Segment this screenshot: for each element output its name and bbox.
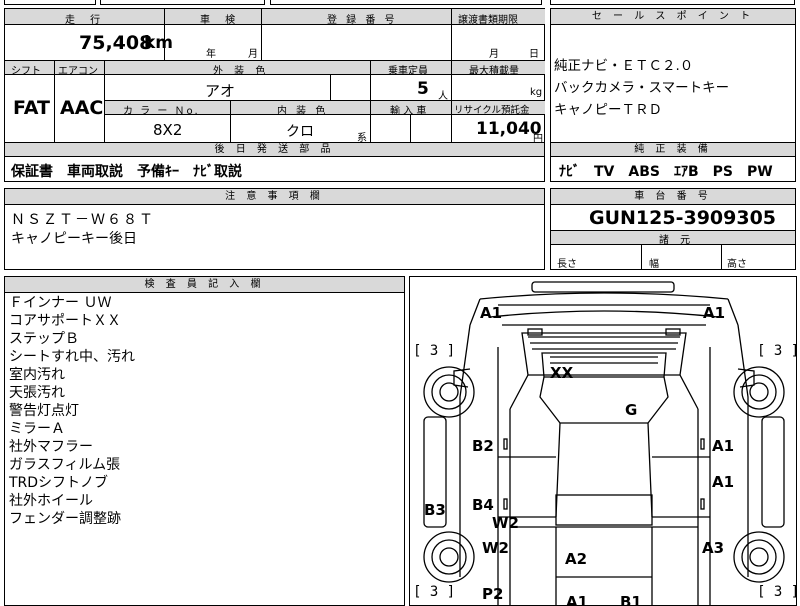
width-label: 幅 bbox=[649, 259, 659, 270]
damage-mark: B3 bbox=[424, 501, 446, 519]
inspector-line: ミラーＡ bbox=[9, 421, 65, 437]
inspector-line: 社外ホイール bbox=[9, 493, 93, 509]
capacity-value: 5 bbox=[417, 79, 429, 99]
sales-line-3: キャノピーＴＲＤ bbox=[554, 102, 662, 118]
notes-label: 注 意 事 項 欄 bbox=[5, 189, 544, 205]
damage-mark: G bbox=[625, 401, 638, 419]
damage-mark: A1 bbox=[480, 304, 503, 322]
shift-value: FAT bbox=[13, 97, 50, 119]
inspector-line: フェンダー調整跡 bbox=[9, 511, 121, 527]
inspector-line: コアサポートＸＸ bbox=[9, 313, 121, 329]
inspection-label: 車 検 bbox=[200, 15, 242, 26]
interior-value: クロ bbox=[286, 124, 314, 140]
exterior-color-value: アオ bbox=[205, 82, 236, 100]
damage-mark: A3 bbox=[702, 539, 725, 557]
top-strip bbox=[0, 0, 800, 6]
inspector-line: ガラスフィルム張 bbox=[9, 457, 121, 473]
capacity-unit: 人 bbox=[438, 91, 448, 102]
parts-value: 保証書 車両取説 予備ｷｰ ﾅﾋﾞ取説 bbox=[11, 164, 242, 180]
damage-mark: B4 bbox=[472, 496, 494, 514]
tire-tread-front-right: [ 3 ] bbox=[757, 343, 797, 359]
car-outline bbox=[423, 281, 785, 605]
tire-tread-front-left: [ 3 ] bbox=[413, 343, 456, 359]
inspector-line: 室内汚れ bbox=[9, 367, 65, 383]
load-unit: kg bbox=[530, 87, 543, 98]
inspector-line: 天張汚れ bbox=[9, 385, 65, 401]
inspector-list: Ｆインナー ＵＷ コアサポートＸＸ ステップＢ シートすれ中、汚れ 室内汚れ 天… bbox=[9, 294, 135, 528]
color-no-value: 8X2 bbox=[153, 121, 183, 139]
chassis-section: 車 台 番 号 GUN125-3909305 諸 元 長さ 幅 高さ bbox=[550, 188, 796, 270]
damage-mark: A1 bbox=[703, 304, 726, 322]
sales-label: セ ー ル ス ポ イ ン ト bbox=[551, 9, 795, 25]
inspection-year-unit: 年 bbox=[206, 49, 216, 60]
chassis-label: 車 台 番 号 bbox=[551, 189, 795, 205]
recycle-value: 11,040 bbox=[476, 119, 542, 139]
damage-mark: W2 bbox=[492, 514, 519, 532]
inspector-line: 警告灯点灯 bbox=[9, 403, 79, 419]
mileage-value: 75,408 bbox=[79, 32, 153, 54]
inspector-line: TRDシフトノブ bbox=[9, 475, 109, 491]
parts-section: 後 日 発 送 部 品 保証書 車両取説 予備ｷｰ ﾅﾋﾞ取説 bbox=[4, 142, 545, 182]
transfer-label: 譲渡書類期限 bbox=[458, 15, 518, 26]
inspector-line: Ｆインナー ＵＷ bbox=[9, 295, 112, 311]
car-diagram: [ 3 ] [ 3 ] [ 3 ] [ 3 ] A1 A1 XX G B2 A1… bbox=[409, 276, 797, 606]
equipment-section: 純 正 装 備 ﾅﾋﾞ TV ABS ｴｱB PS PW bbox=[550, 142, 796, 182]
recycle-label: リサイクル預託金 bbox=[454, 105, 530, 116]
height-label: 高さ bbox=[727, 259, 747, 270]
sales-line-1: 純正ナビ・ＥＴＣ２.０ bbox=[554, 58, 694, 74]
dims-label: 諸 元 bbox=[659, 235, 695, 246]
inspector-line: ステップＢ bbox=[9, 331, 79, 347]
inspection-month-unit: 月 bbox=[248, 49, 258, 60]
damage-mark: B2 bbox=[472, 437, 494, 455]
aircon-value: AAC bbox=[60, 97, 104, 119]
equipment-value: ﾅﾋﾞ TV ABS ｴｱB PS PW bbox=[559, 164, 773, 180]
transfer-day-unit: 日 bbox=[529, 49, 539, 60]
damage-mark: A1 bbox=[712, 473, 735, 491]
chassis-value: GUN125-3909305 bbox=[589, 207, 777, 229]
inspector-line: シートすれ中、汚れ bbox=[9, 349, 135, 365]
inspector-line: 社外マフラー bbox=[9, 439, 93, 455]
notes-section: 注 意 事 項 欄 ＮＳＺＴ－Ｗ６８Ｔ キャノピーキー後日 bbox=[4, 188, 545, 270]
mileage-label: 走 行 bbox=[65, 15, 107, 26]
equipment-label: 純 正 装 備 bbox=[551, 143, 795, 157]
transfer-month-unit: 月 bbox=[489, 49, 499, 60]
damage-mark: A2 bbox=[565, 550, 588, 568]
damage-mark: XX bbox=[550, 364, 574, 382]
damage-mark: A1 bbox=[712, 437, 735, 455]
damage-mark: W2 bbox=[482, 539, 509, 557]
tire-tread-rear-right: [ 3 ] bbox=[757, 584, 797, 600]
parts-label: 後 日 発 送 部 品 bbox=[5, 143, 544, 157]
registration-label: 登 録 番 号 bbox=[327, 15, 398, 26]
notes-line-2: キャノピーキー後日 bbox=[11, 231, 137, 247]
sales-section: セ ー ル ス ポ イ ン ト 純正ナビ・ＥＴＣ２.０ バックカメラ・スマートキ… bbox=[550, 8, 796, 143]
spec-table: 走 行 車 検 登 録 番 号 譲渡書類期限 75,408 km 年 月 月 日… bbox=[4, 8, 545, 145]
tire-tread-rear-left: [ 3 ] bbox=[413, 584, 456, 600]
damage-mark: P2 bbox=[482, 585, 504, 603]
sales-line-2: バックカメラ・スマートキー bbox=[554, 80, 730, 96]
length-label: 長さ bbox=[557, 259, 577, 270]
inspector-section: 検 査 員 記 入 欄 Ｆインナー ＵＷ コアサポートＸＸ ステップＢ シートす… bbox=[4, 276, 405, 606]
inspector-label: 検 査 員 記 入 欄 bbox=[5, 277, 404, 293]
notes-line-1: ＮＳＺＴ－Ｗ６８Ｔ bbox=[11, 212, 155, 228]
